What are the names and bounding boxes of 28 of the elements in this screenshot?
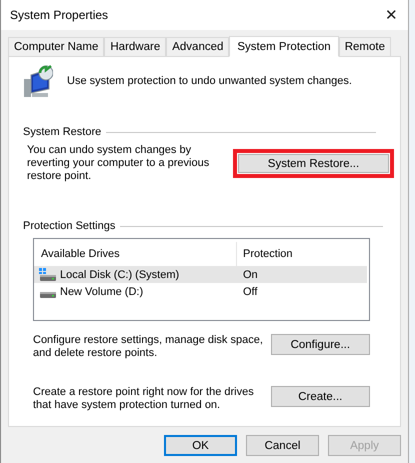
computer-restore-icon xyxy=(23,65,53,100)
drive-name: Local Disk (C:) (System) xyxy=(60,268,180,280)
create-button[interactable]: Create... xyxy=(270,386,370,407)
protection-status: Off xyxy=(242,286,258,298)
list-row[interactable]: Local Disk (C:) (System) On xyxy=(34,266,367,283)
dialog-button[interactable]: Cancel xyxy=(246,435,319,456)
tab[interactable]: Hardware xyxy=(104,37,166,56)
list-row[interactable]: New Volume (D:) Off xyxy=(34,283,367,300)
column-header: Protection xyxy=(242,248,294,260)
description-text: Create a restore point right now for the drives that have system protection turned on. xyxy=(33,386,255,412)
drive-icon xyxy=(39,292,57,298)
tab[interactable]: Advanced xyxy=(166,37,230,56)
description-text: You can undo system changes by reverting your computer to a previous restore point. xyxy=(27,144,210,183)
configure-button[interactable]: Configure... xyxy=(270,334,370,355)
group-heading: Protection Settings xyxy=(23,220,116,232)
dialog-button[interactable]: OK xyxy=(164,435,237,456)
tab[interactable]: Computer Name xyxy=(8,37,104,56)
close-button[interactable]: ✕ xyxy=(385,6,398,24)
window-title: System Properties xyxy=(10,8,108,22)
intro-text: Use system protection to undo unwanted system changes. xyxy=(67,74,352,89)
tab[interactable]: Remote xyxy=(338,37,391,56)
system-restore-button[interactable]: System Restore... xyxy=(238,154,389,173)
protection-status: On xyxy=(242,268,259,280)
description-text: Configure restore settings, manage disk space, and delete restore points. xyxy=(33,334,264,360)
drive-name: New Volume (D:) xyxy=(60,286,144,298)
group-heading: System Restore xyxy=(23,126,102,138)
system-drive-icon xyxy=(39,268,57,281)
tab[interactable]: System Protection xyxy=(229,36,339,57)
